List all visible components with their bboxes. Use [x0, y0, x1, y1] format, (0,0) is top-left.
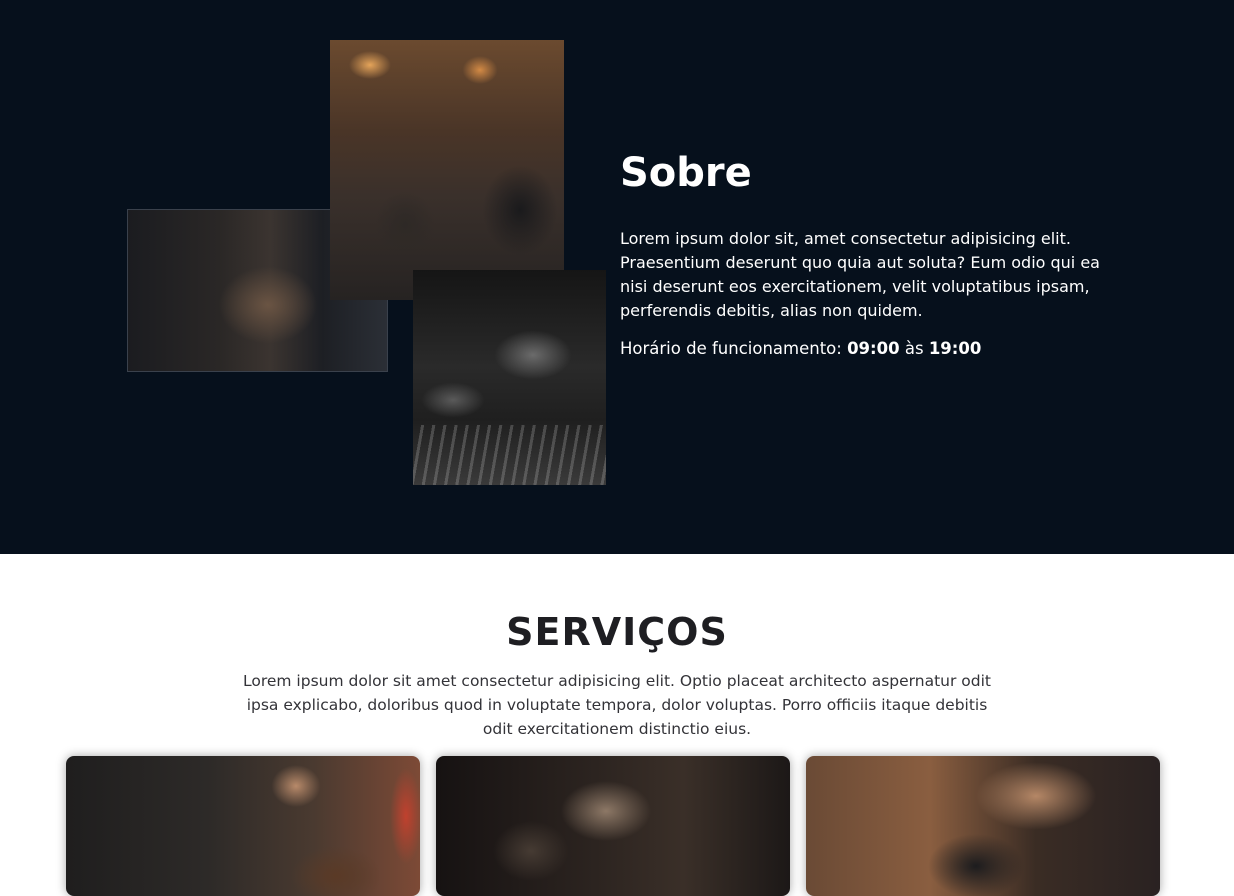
services-section: SERVIÇOS Lorem ipsum dolor sit amet cons… [0, 554, 1234, 896]
service-card-haircut[interactable] [66, 756, 420, 896]
barber-photo-beard-trim [413, 270, 606, 485]
opening-hours: Horário de funcionamento: 09:00 às 19:00 [620, 337, 981, 361]
service-card-styling[interactable] [806, 756, 1160, 896]
barber-photo-shop-interior [330, 40, 564, 300]
about-title: Sobre [620, 150, 752, 196]
opening-time: 09:00 [847, 339, 900, 358]
services-title: SERVIÇOS [506, 610, 728, 654]
about-section: Sobre Lorem ipsum dolor sit, amet consec… [0, 0, 1234, 554]
service-card-beard[interactable] [436, 756, 790, 896]
services-description: Lorem ipsum dolor sit amet consectetur a… [242, 672, 991, 738]
closing-time: 19:00 [928, 339, 982, 358]
opening-hours-connector: às [904, 339, 924, 358]
opening-hours-label: Horário de funcionamento: [620, 339, 842, 358]
about-description: Lorem ipsum dolor sit, amet consectetur … [620, 229, 1100, 320]
